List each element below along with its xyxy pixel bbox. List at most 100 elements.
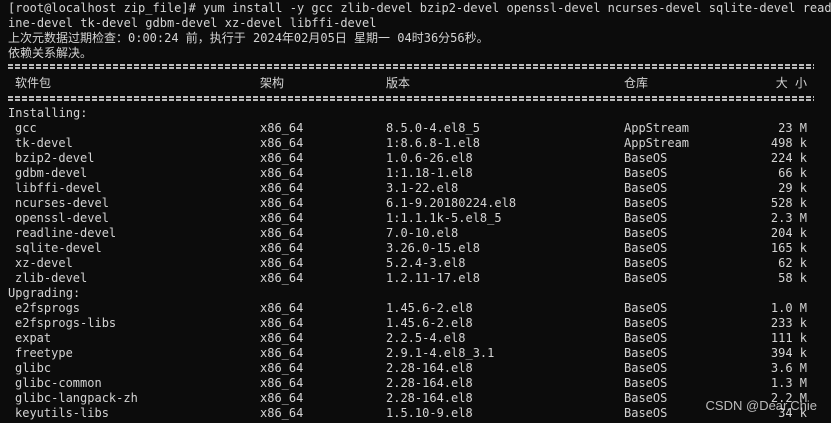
package-arch: x86_64 — [260, 316, 304, 330]
package-size: 111 k — [770, 331, 807, 345]
package-size: 204 k — [770, 226, 807, 240]
package-arch: x86_64 — [260, 406, 304, 420]
table-row: expat x86_64 2.2.5-4.el8 BaseOS 111 k — [0, 331, 831, 346]
package-size: 233 k — [770, 316, 807, 330]
package-repo: BaseOS — [624, 376, 668, 390]
package-repo: BaseOS — [624, 331, 668, 345]
table-row: gdbm-devel x86_64 1:1.18-1.el8 BaseOS 66 k — [0, 166, 831, 181]
package-version: 2.28-164.el8 — [386, 361, 473, 375]
section-label: Installing: — [8, 106, 88, 120]
package-repo: BaseOS — [624, 226, 668, 240]
package-size: 66 k — [778, 166, 807, 180]
package-size: 23 M — [778, 121, 807, 135]
command-line: [root@localhost zip_file]# yum install -… — [8, 1, 831, 15]
package-name: glibc — [15, 361, 52, 375]
table-row: freetype x86_64 2.9.1-4.el8_3.1 BaseOS 394 k — [0, 346, 831, 361]
dependency-resolved-message: 依赖关系解决。 — [8, 46, 93, 60]
package-repo: AppStream — [624, 121, 690, 135]
column-header-repo: 仓库 — [624, 76, 649, 90]
package-version: 1.45.6-2.el8 — [386, 316, 473, 330]
package-arch: x86_64 — [260, 271, 304, 285]
package-name: e2fsprogs-libs — [15, 316, 117, 330]
package-arch: x86_64 — [260, 136, 304, 150]
column-header-size: 大 小 — [775, 76, 807, 90]
package-name: xz-devel — [15, 256, 73, 270]
package-repo: BaseOS — [624, 406, 668, 420]
package-arch: x86_64 — [260, 196, 304, 210]
terminal-window[interactable]: [root@localhost zip_file]# yum install -… — [0, 0, 831, 423]
package-size: 165 k — [770, 241, 807, 255]
package-arch: x86_64 — [260, 226, 304, 240]
package-repo: BaseOS — [624, 301, 668, 315]
package-repo: BaseOS — [624, 361, 668, 375]
package-name: keyutils-libs — [15, 406, 109, 420]
package-repo: BaseOS — [624, 211, 668, 225]
package-name: gcc — [15, 121, 37, 135]
table-row: glibc-common x86_64 2.28-164.el8 BaseOS 1.3 … — [0, 376, 831, 391]
table-row: ncurses-devel x86_64 6.1-9.20180224.el8 Bas… — [0, 196, 831, 211]
package-name: gdbm-devel — [15, 166, 88, 180]
package-name: openssl-devel — [15, 211, 109, 225]
package-name: zlib-devel — [15, 271, 88, 285]
table-separator-bottom — [8, 96, 814, 101]
package-name: tk-devel — [15, 136, 73, 150]
package-repo: BaseOS — [624, 391, 668, 405]
package-version: 2.28-164.el8 — [386, 391, 473, 405]
package-size: 498 k — [770, 136, 807, 150]
table-separator-top — [8, 64, 814, 69]
table-row: readline-devel x86_64 7.0-10.el8 BaseOS 204 … — [0, 226, 831, 241]
package-version: 1.45.6-2.el8 — [386, 301, 473, 315]
package-repo: BaseOS — [624, 271, 668, 285]
package-version: 8.5.0-4.el8_5 — [386, 121, 480, 135]
package-arch: x86_64 — [260, 151, 304, 165]
package-repo: BaseOS — [624, 316, 668, 330]
table-row: libffi-devel x86_64 3.1-22.el8 BaseOS 29 k — [0, 181, 831, 196]
table-row: sqlite-devel x86_64 3.26.0-15.el8 BaseOS 165… — [0, 241, 831, 256]
table-row: tk-devel x86_64 1:8.6.8-1.el8 AppStream 498 … — [0, 136, 831, 151]
package-repo: AppStream — [624, 136, 690, 150]
table-row: zlib-devel x86_64 1.2.11-17.el8 BaseOS 58 k — [0, 271, 831, 286]
package-repo: BaseOS — [624, 166, 668, 180]
package-name: glibc-langpack-zh — [15, 391, 138, 405]
package-name: glibc-common — [15, 376, 102, 390]
package-size: 2.3 M — [770, 211, 807, 225]
command-line-wrapped: ine-devel tk-devel gdbm-devel xz-devel l… — [8, 16, 377, 30]
column-header-arch: 架构 — [260, 76, 285, 90]
package-arch: x86_64 — [260, 211, 304, 225]
package-repo: BaseOS — [624, 256, 668, 270]
package-arch: x86_64 — [260, 241, 304, 255]
package-name: freetype — [15, 346, 73, 360]
package-size: 1.3 M — [770, 376, 807, 390]
table-row: gcc x86_64 8.5.0-4.el8_5 AppStream 23 M — [0, 121, 831, 136]
package-version: 1.5.10-9.el8 — [386, 406, 473, 420]
package-arch: x86_64 — [260, 166, 304, 180]
package-arch: x86_64 — [260, 181, 304, 195]
package-size: 3.6 M — [770, 361, 807, 375]
package-arch: x86_64 — [260, 346, 304, 360]
package-arch: x86_64 — [260, 331, 304, 345]
package-name: libffi-devel — [15, 181, 102, 195]
package-size: 224 k — [770, 151, 807, 165]
package-version: 3.26.0-15.el8 — [386, 241, 480, 255]
package-version: 6.1-9.20180224.el8 — [386, 196, 517, 210]
package-name: expat — [15, 331, 52, 345]
package-name: ncurses-devel — [15, 196, 109, 210]
package-arch: x86_64 — [260, 301, 304, 315]
package-size: 62 k — [778, 256, 807, 270]
package-arch: x86_64 — [260, 376, 304, 390]
package-repo: BaseOS — [624, 196, 668, 210]
package-repo: BaseOS — [624, 241, 668, 255]
package-version: 2.28-164.el8 — [386, 376, 473, 390]
package-version: 1:8.6.8-1.el8 — [386, 136, 480, 150]
package-size: 58 k — [778, 271, 807, 285]
package-name: bzip2-devel — [15, 151, 95, 165]
column-header-version: 版本 — [386, 76, 411, 90]
package-version: 1.0.6-26.el8 — [386, 151, 473, 165]
table-row: e2fsprogs-libs x86_64 1.45.6-2.el8 BaseOS 23… — [0, 316, 831, 331]
table-row: bzip2-devel x86_64 1.0.6-26.el8 BaseOS 224 k — [0, 151, 831, 166]
section-label: Upgrading: — [8, 286, 81, 300]
package-arch: x86_64 — [260, 361, 304, 375]
package-name: e2fsprogs — [15, 301, 81, 315]
package-size: 528 k — [770, 196, 807, 210]
metadata-check-message: 上次元数据过期检查：0:00:24 前，执行于 2024年02月05日 星期一 … — [8, 31, 489, 45]
